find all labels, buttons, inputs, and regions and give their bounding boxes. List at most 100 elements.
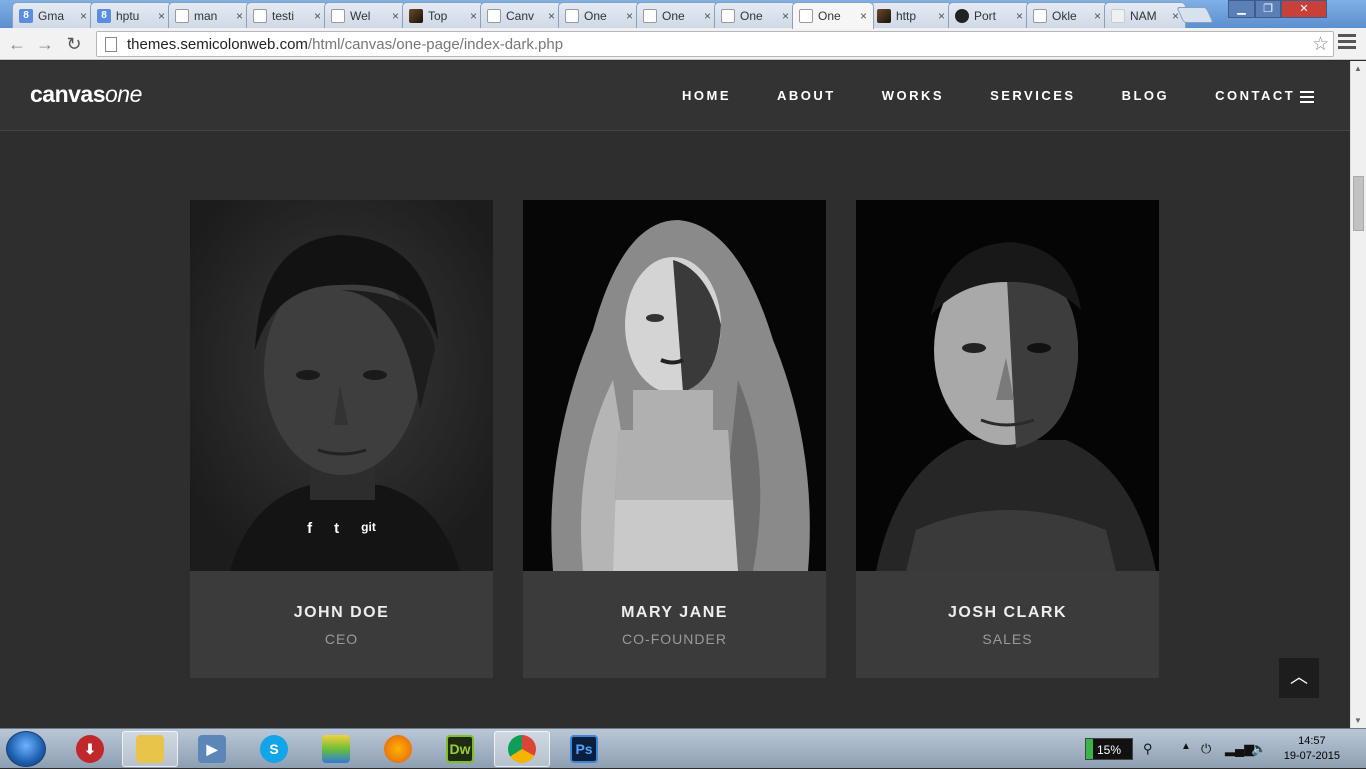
twitter-icon[interactable]: t	[334, 520, 339, 537]
nav-link-about[interactable]: ABOUT	[777, 88, 836, 103]
start-button[interactable]	[6, 731, 46, 767]
browser-tab[interactable]: Port ×	[948, 2, 1030, 28]
chrome-menu-icon[interactable]	[1338, 34, 1356, 52]
address-bar[interactable]: themes.semicolonweb.com/html/canvas/one-…	[96, 31, 1334, 57]
close-tab-icon[interactable]: ×	[782, 9, 789, 23]
web-page: canvasone HOME ABOUT WORKS SERVICES BLOG CONT…	[0, 61, 1350, 728]
page-icon	[799, 9, 813, 23]
close-tab-icon[interactable]: ×	[392, 9, 399, 23]
taskbar-app[interactable]	[370, 731, 426, 767]
page-icon	[721, 8, 735, 23]
tab-title: Wel	[350, 8, 371, 23]
tab-title: http	[896, 8, 917, 23]
main-nav: HOME ABOUT WORKS SERVICES BLOG CONTACT	[682, 88, 1341, 103]
google-icon: 8	[19, 8, 33, 23]
clock[interactable]: 14:57 19-07-2015	[1284, 734, 1340, 764]
tab-title: man	[194, 8, 218, 23]
taskbar-app[interactable]	[494, 731, 550, 767]
close-tab-icon[interactable]: ×	[1094, 9, 1101, 23]
minimize-button[interactable]: ▁	[1228, 0, 1255, 18]
close-tab-icon[interactable]: ×	[938, 9, 945, 23]
nav-link-home[interactable]: HOME	[682, 88, 731, 103]
power-icon[interactable]: ⏻	[1201, 741, 1211, 757]
taskbar-app[interactable]	[122, 731, 178, 767]
taskbar-app[interactable]: ▶	[184, 731, 240, 767]
taskbar-app[interactable]: Dw	[432, 731, 488, 767]
nav-link-services[interactable]: SERVICES	[990, 88, 1076, 103]
close-tab-icon[interactable]: ×	[626, 9, 633, 23]
tab-title: NAM	[1130, 8, 1157, 23]
browser-tab[interactable]: One ×	[792, 2, 874, 29]
image-icon	[409, 8, 423, 23]
browser-tab[interactable]: 8 Gma ×	[12, 2, 94, 28]
team-grid: f t git JOHN DOE CEO MARY JANE CO-FOUNDE…	[190, 200, 1189, 678]
signal-icon[interactable]: ▂▄▆	[1225, 741, 1254, 757]
chevron-up-icon: ︿	[1290, 667, 1308, 687]
volume-icon[interactable]: 🔈	[1251, 741, 1267, 757]
browser-tab[interactable]: testi ×	[246, 2, 328, 28]
menu-icon[interactable]	[1300, 91, 1314, 106]
browser-tab[interactable]: Wel ×	[324, 2, 406, 28]
browser-tab[interactable]: One ×	[714, 2, 796, 28]
page-icon	[565, 8, 579, 23]
scrollbar-thumb[interactable]	[1353, 176, 1364, 231]
browser-tab[interactable]: 8 hptu ×	[90, 2, 172, 28]
team-photo	[856, 200, 1159, 571]
member-role: SALES	[982, 631, 1033, 647]
forward-icon[interactable]: →	[34, 33, 56, 55]
close-tab-icon[interactable]: ×	[470, 9, 477, 23]
nav-link-contact[interactable]: CONTACT	[1215, 88, 1295, 103]
back-icon[interactable]: ←	[6, 33, 28, 55]
show-hidden-icons-icon[interactable]: ▲	[1181, 741, 1191, 752]
network-plug-icon[interactable]: ⚲	[1143, 741, 1153, 757]
close-tab-icon[interactable]: ×	[158, 9, 165, 23]
scroll-down-arrow-icon[interactable]: ▼	[1354, 716, 1362, 725]
close-tab-icon[interactable]: ×	[860, 9, 867, 23]
browser-tab[interactable]: http ×	[870, 2, 952, 28]
skype-icon: S	[260, 735, 288, 763]
browser-tab[interactable]: Canv ×	[480, 2, 562, 28]
nav-link-works[interactable]: WORKS	[882, 88, 944, 103]
scroll-up-arrow-icon[interactable]: ▲	[1354, 64, 1362, 73]
taskbar-app[interactable]: ⬇	[62, 731, 118, 767]
github-icon[interactable]: git	[361, 520, 376, 537]
new-tab-button[interactable]	[1176, 7, 1214, 23]
tab-title: hptu	[116, 8, 140, 23]
close-tab-icon[interactable]: ×	[704, 9, 711, 23]
taskbar-app[interactable]: S	[246, 731, 302, 767]
browser-tab[interactable]: NAM ×	[1104, 2, 1186, 28]
close-tab-icon[interactable]: ×	[80, 9, 87, 23]
page-icon	[1033, 8, 1047, 23]
google-icon: 8	[97, 8, 111, 23]
member-role: CO-FOUNDER	[622, 631, 727, 647]
site-header: canvasone HOME ABOUT WORKS SERVICES BLOG CONT…	[0, 61, 1350, 131]
close-tab-icon[interactable]: ×	[1016, 9, 1023, 23]
page-icon	[253, 8, 267, 23]
team-photo	[523, 200, 826, 571]
member-name: JOHN DOE	[293, 604, 390, 621]
facebook-icon[interactable]: f	[307, 520, 312, 537]
close-tab-icon[interactable]: ×	[548, 9, 555, 23]
maximize-button[interactable]: ❐	[1255, 0, 1281, 18]
browser-tab[interactable]: One ×	[558, 2, 640, 28]
member-name: JOSH CLARK	[947, 604, 1067, 621]
close-tab-icon[interactable]: ×	[236, 9, 243, 23]
browser-tab[interactable]: man ×	[168, 2, 250, 28]
bookmark-star-icon[interactable]: ☆	[1312, 33, 1329, 56]
site-logo[interactable]: canvasone	[30, 81, 142, 108]
page-scrollbar[interactable]: ▲ ▼	[1350, 61, 1366, 728]
browser-tab[interactable]: One ×	[636, 2, 718, 28]
bluestacks-icon	[322, 735, 350, 763]
browser-tab[interactable]: Top ×	[402, 2, 484, 28]
close-window-button[interactable]: ✕	[1281, 0, 1327, 18]
scroll-to-top-button[interactable]: ︿	[1279, 658, 1319, 698]
taskbar-app[interactable]: Ps	[556, 731, 612, 767]
close-tab-icon[interactable]: ×	[314, 9, 321, 23]
reload-icon[interactable]: ↻	[63, 33, 85, 55]
browser-tab[interactable]: Okle ×	[1026, 2, 1108, 28]
windows-taskbar: ⬇ ▶ S Dw Ps 15% ⚲ ▲ ⏻ ▂▄▆ 🔈 14:57 19-07-…	[0, 728, 1366, 768]
taskbar-app[interactable]	[308, 731, 364, 767]
team-info: JOSH CLARK SALES	[856, 571, 1159, 678]
battery-indicator[interactable]: 15%	[1085, 738, 1133, 760]
nav-link-blog[interactable]: BLOG	[1122, 88, 1170, 103]
